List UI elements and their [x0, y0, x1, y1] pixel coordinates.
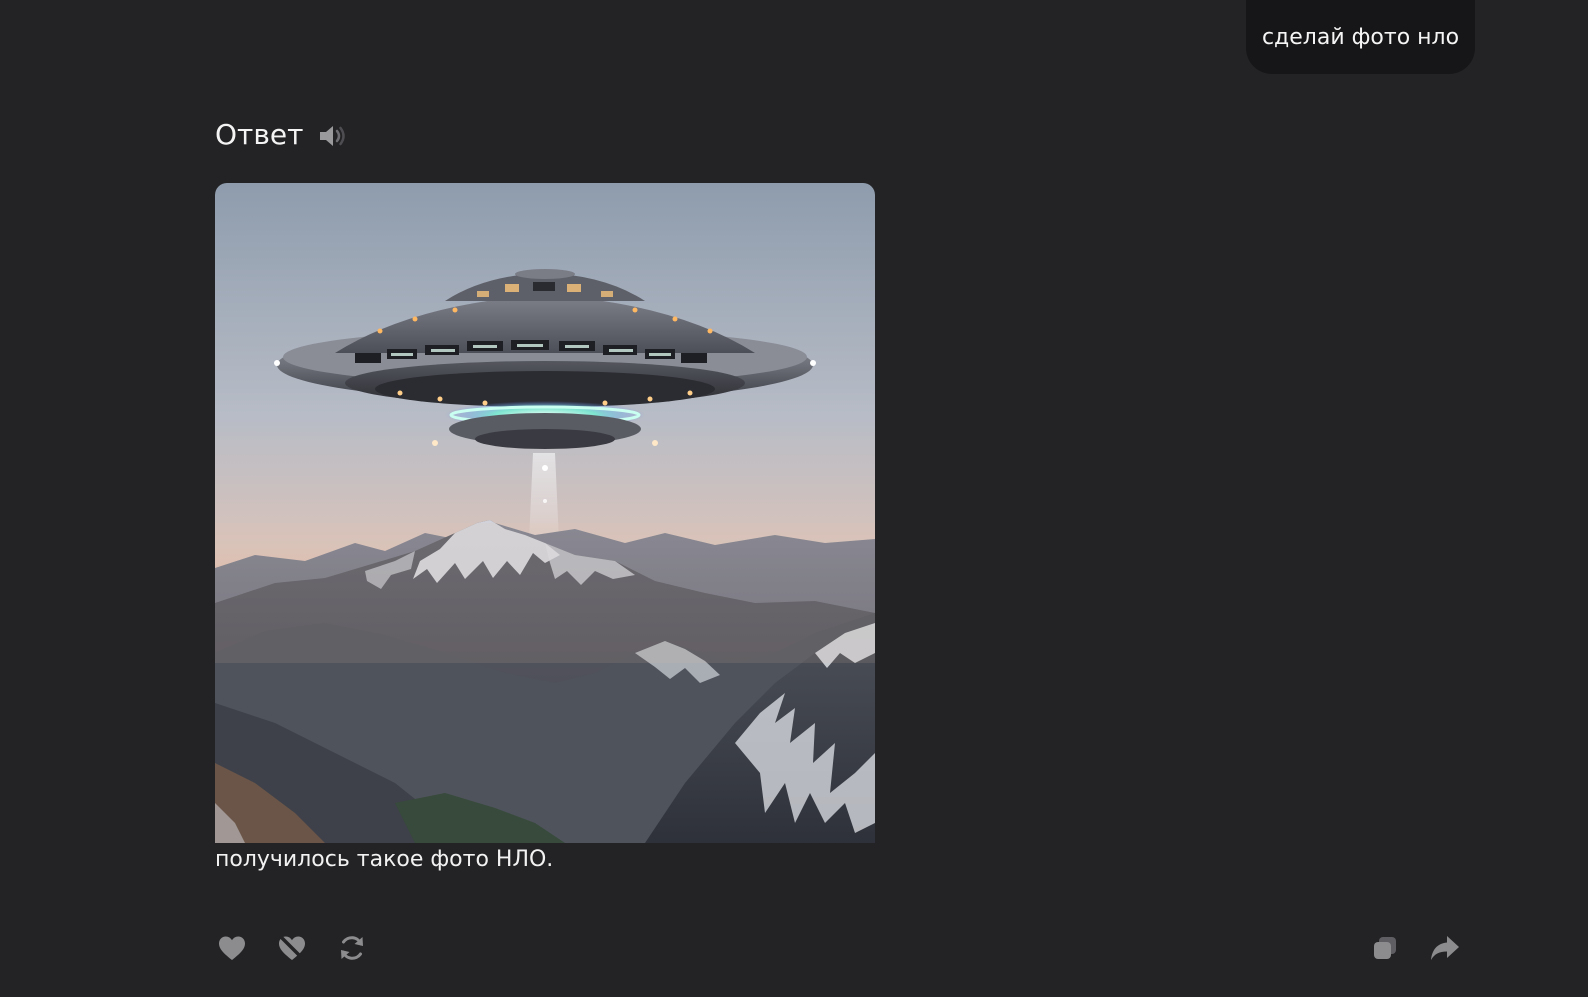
user-message-bubble: сделай фото нло [1246, 0, 1475, 74]
speaker-icon [320, 126, 346, 146]
regenerate-button[interactable] [334, 930, 370, 966]
dislike-icon [279, 935, 306, 962]
share-button[interactable] [1427, 930, 1463, 966]
like-button[interactable] [214, 930, 250, 966]
user-message-text: сделай фото нло [1261, 24, 1460, 50]
refresh-icon [341, 936, 363, 960]
ufo-over-mountains-image [215, 183, 875, 843]
dislike-button[interactable] [274, 930, 310, 966]
share-arrow-icon [1431, 936, 1459, 960]
answer-caption: получилось такое фото НЛО. [215, 847, 554, 872]
copy-icon [1374, 937, 1396, 959]
speaker-button[interactable] [317, 120, 349, 152]
answer-title: Ответ [215, 117, 304, 151]
heart-icon [219, 936, 245, 960]
copy-button[interactable] [1367, 930, 1403, 966]
generated-image[interactable] [215, 183, 875, 843]
answer-header: Ответ [215, 116, 349, 152]
